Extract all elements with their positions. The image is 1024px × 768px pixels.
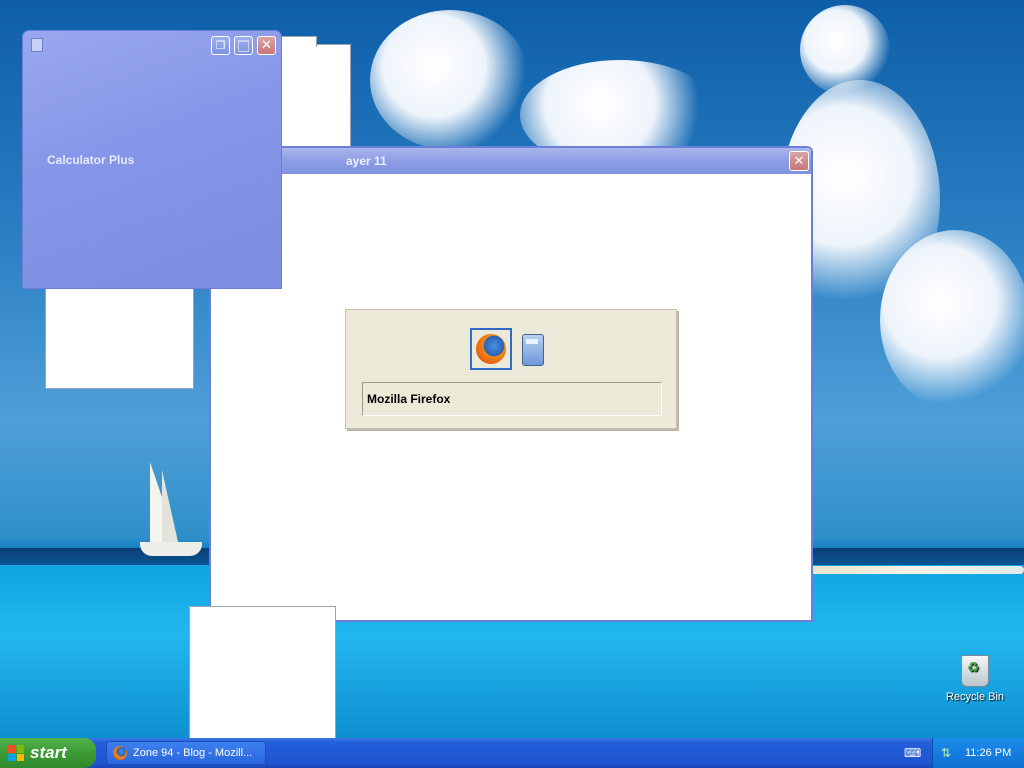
- sandbar: [810, 566, 1024, 574]
- calculator-title: Calculator Plus: [47, 153, 135, 167]
- recycle-bin-label: Recycle Bin: [945, 691, 1005, 703]
- restore-icon: ❐: [215, 39, 226, 52]
- alt-tab-item-firefox[interactable]: [470, 328, 512, 370]
- sailboat-jib: [162, 470, 178, 542]
- recycle-bin-icon: [961, 655, 989, 687]
- ghost-window-bottom[interactable]: [189, 606, 336, 742]
- clock[interactable]: 11:26 PM: [965, 747, 1011, 759]
- calculator-close-button[interactable]: ✕: [257, 36, 276, 55]
- recycle-bin[interactable]: Recycle Bin: [940, 655, 1010, 703]
- system-tray: ⇅ 11:26 PM: [932, 738, 1024, 768]
- windows-logo-icon: [8, 745, 24, 761]
- cloud: [370, 10, 530, 150]
- taskbar: start Zone 94 - Blog - Mozill... ⌨ ⇅ 11:…: [0, 738, 1024, 768]
- keyboard-icon[interactable]: ⌨: [904, 746, 921, 760]
- calculator-restore-button[interactable]: ❐: [211, 36, 230, 55]
- alt-tab-selected-label: Mozilla Firefox: [362, 382, 662, 416]
- close-icon: ✕: [793, 153, 805, 169]
- media-player-close-button[interactable]: ✕: [789, 151, 809, 171]
- cloud: [800, 5, 890, 95]
- media-player-titlebar[interactable]: ayer 11 ✕: [211, 148, 811, 174]
- network-icon[interactable]: ⇅: [941, 746, 955, 760]
- firefox-icon: [476, 334, 506, 364]
- maximize-icon: [238, 39, 249, 52]
- start-button[interactable]: start: [0, 738, 96, 768]
- firefox-icon: [113, 746, 127, 760]
- media-player-title: ayer 11: [346, 154, 387, 168]
- alt-tab-switcher: Mozilla Firefox: [345, 309, 677, 429]
- calculator-maximize-button[interactable]: [234, 36, 253, 55]
- ghost-window-left[interactable]: [45, 287, 194, 389]
- taskbar-item-label: Zone 94 - Blog - Mozill...: [133, 747, 253, 759]
- calculator-icon[interactable]: [522, 334, 544, 366]
- cloud: [880, 230, 1024, 410]
- taskbar-item-firefox[interactable]: Zone 94 - Blog - Mozill...: [106, 741, 266, 765]
- close-icon: ✕: [261, 38, 272, 53]
- ghost-window-tab: [281, 36, 317, 47]
- calculator-icon[interactable]: [31, 38, 43, 52]
- sailboat-hull: [140, 542, 202, 556]
- calculator-plus-window[interactable]: ❐ ✕ Calculator Plus: [22, 30, 282, 289]
- start-label: start: [30, 743, 67, 762]
